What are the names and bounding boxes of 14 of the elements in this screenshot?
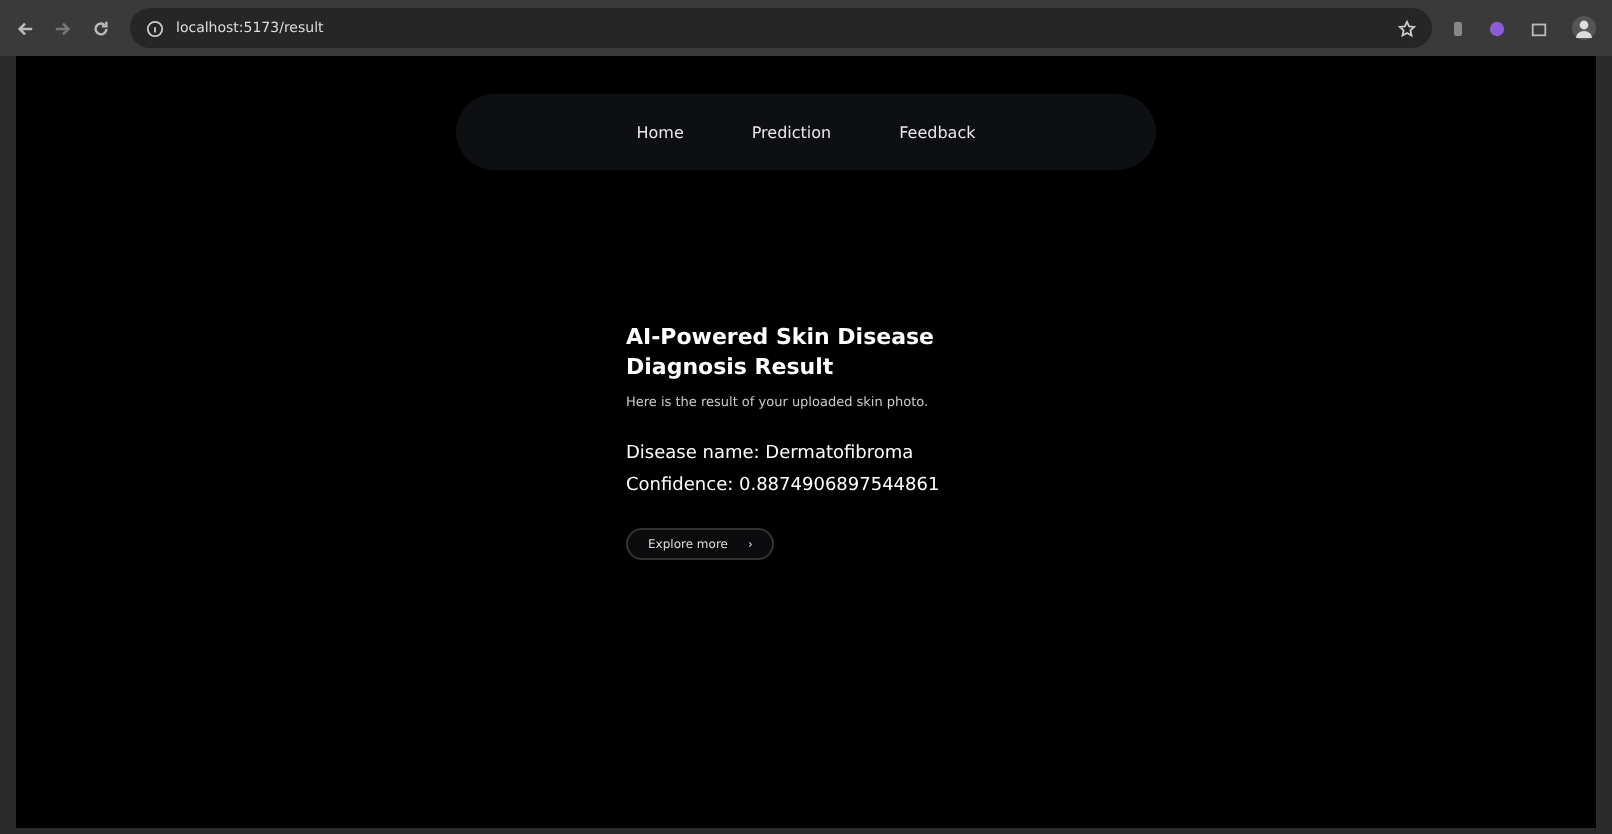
extension-icon[interactable]	[1488, 19, 1506, 37]
nav-link[interactable]: Prediction	[751, 123, 832, 141]
result-title: AI-Powered Skin Disease Diagnosis Result	[626, 322, 937, 382]
extension-icon[interactable]	[1452, 19, 1464, 37]
back-icon[interactable]	[16, 19, 34, 37]
star-icon[interactable]	[1398, 19, 1416, 37]
nav-link[interactable]: Feedback	[899, 123, 976, 141]
avatar-icon[interactable]	[1572, 16, 1596, 40]
info-icon[interactable]	[146, 19, 164, 37]
forward-icon[interactable]	[54, 19, 72, 37]
confidence-text: Confidence: 0.8874906897544861	[626, 474, 940, 500]
disease-name: Disease name: Dermatofibroma	[626, 442, 914, 468]
reload-icon[interactable]	[92, 19, 110, 37]
nav-link[interactable]: Home	[636, 123, 684, 141]
